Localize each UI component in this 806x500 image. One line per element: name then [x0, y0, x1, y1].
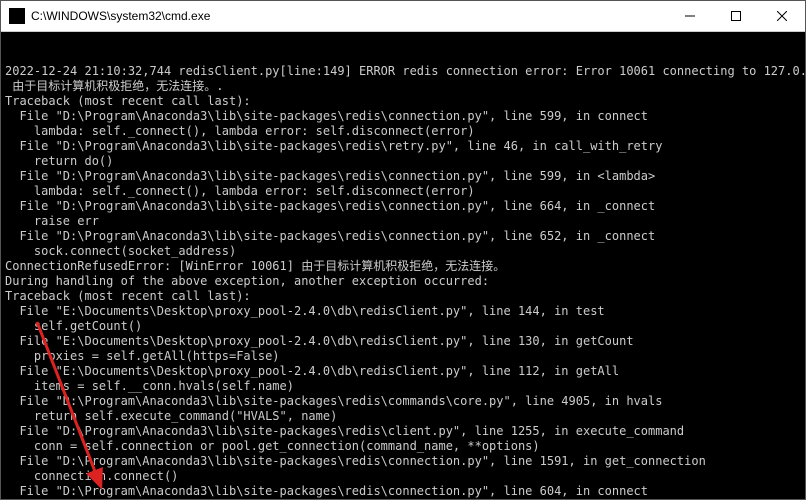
terminal-line: File "D:\Program\Anaconda3\lib\site-pack…: [5, 424, 801, 439]
terminal-line: sock.connect(socket_address): [5, 244, 801, 259]
terminal-line: File "D:\Program\Anaconda3\lib\site-pack…: [5, 394, 801, 409]
terminal-line: connection.connect(): [5, 469, 801, 484]
terminal-line: File "E:\Documents\Desktop\proxy_pool-2.…: [5, 364, 801, 379]
terminal-line: File "D:\Program\Anaconda3\lib\site-pack…: [5, 199, 801, 214]
terminal-line: File "D:\Program\Anaconda3\lib\site-pack…: [5, 109, 801, 124]
terminal-line: raise err: [5, 214, 801, 229]
terminal-line: File "D:\Program\Anaconda3\lib\site-pack…: [5, 229, 801, 244]
window-title: C:\WINDOWS\system32\cmd.exe: [31, 9, 210, 23]
terminal-line: 2022-12-24 21:10:32,744 redisClient.py[l…: [5, 64, 801, 79]
terminal-line: During handling of the above exception, …: [5, 274, 801, 289]
terminal-line: self.getCount(): [5, 319, 801, 334]
minimize-icon: [685, 11, 695, 21]
minimize-button[interactable]: [667, 1, 713, 31]
terminal-line: File "E:\Documents\Desktop\proxy_pool-2.…: [5, 304, 801, 319]
terminal-line: proxies = self.getAll(https=False): [5, 349, 801, 364]
cmd-icon: [9, 8, 25, 24]
terminal-line: conn = self.connection or pool.get_conne…: [5, 439, 801, 454]
maximize-button[interactable]: [713, 1, 759, 31]
terminal-line: Traceback (most recent call last):: [5, 289, 801, 304]
terminal-line: File "D:\Program\Anaconda3\lib\site-pack…: [5, 139, 801, 154]
close-icon: [777, 11, 787, 21]
terminal-line: lambda: self._connect(), lambda error: s…: [5, 124, 801, 139]
terminal-line: ConnectionRefusedError: [WinError 10061]…: [5, 259, 801, 274]
terminal-line: 由于目标计算机积极拒绝，无法连接。.: [5, 79, 801, 94]
terminal-line: File "D:\Program\Anaconda3\lib\site-pack…: [5, 454, 801, 469]
terminal-line: File "E:\Documents\Desktop\proxy_pool-2.…: [5, 334, 801, 349]
terminal-line: lambda: self._connect(), lambda error: s…: [5, 184, 801, 199]
terminal-line: return do(): [5, 154, 801, 169]
cmd-window: C:\WINDOWS\system32\cmd.exe 2022-12-24 2…: [0, 0, 806, 500]
terminal-output[interactable]: 2022-12-24 21:10:32,744 redisClient.py[l…: [1, 32, 805, 499]
terminal-line: return self.execute_command("HVALS", nam…: [5, 409, 801, 424]
titlebar[interactable]: C:\WINDOWS\system32\cmd.exe: [1, 1, 805, 32]
terminal-line: items = self.__conn.hvals(self.name): [5, 379, 801, 394]
maximize-icon: [731, 11, 741, 21]
terminal-line: Traceback (most recent call last):: [5, 94, 801, 109]
terminal-line: File "D:\Program\Anaconda3\lib\site-pack…: [5, 484, 801, 499]
close-button[interactable]: [759, 1, 805, 31]
terminal-line: File "D:\Program\Anaconda3\lib\site-pack…: [5, 169, 801, 184]
